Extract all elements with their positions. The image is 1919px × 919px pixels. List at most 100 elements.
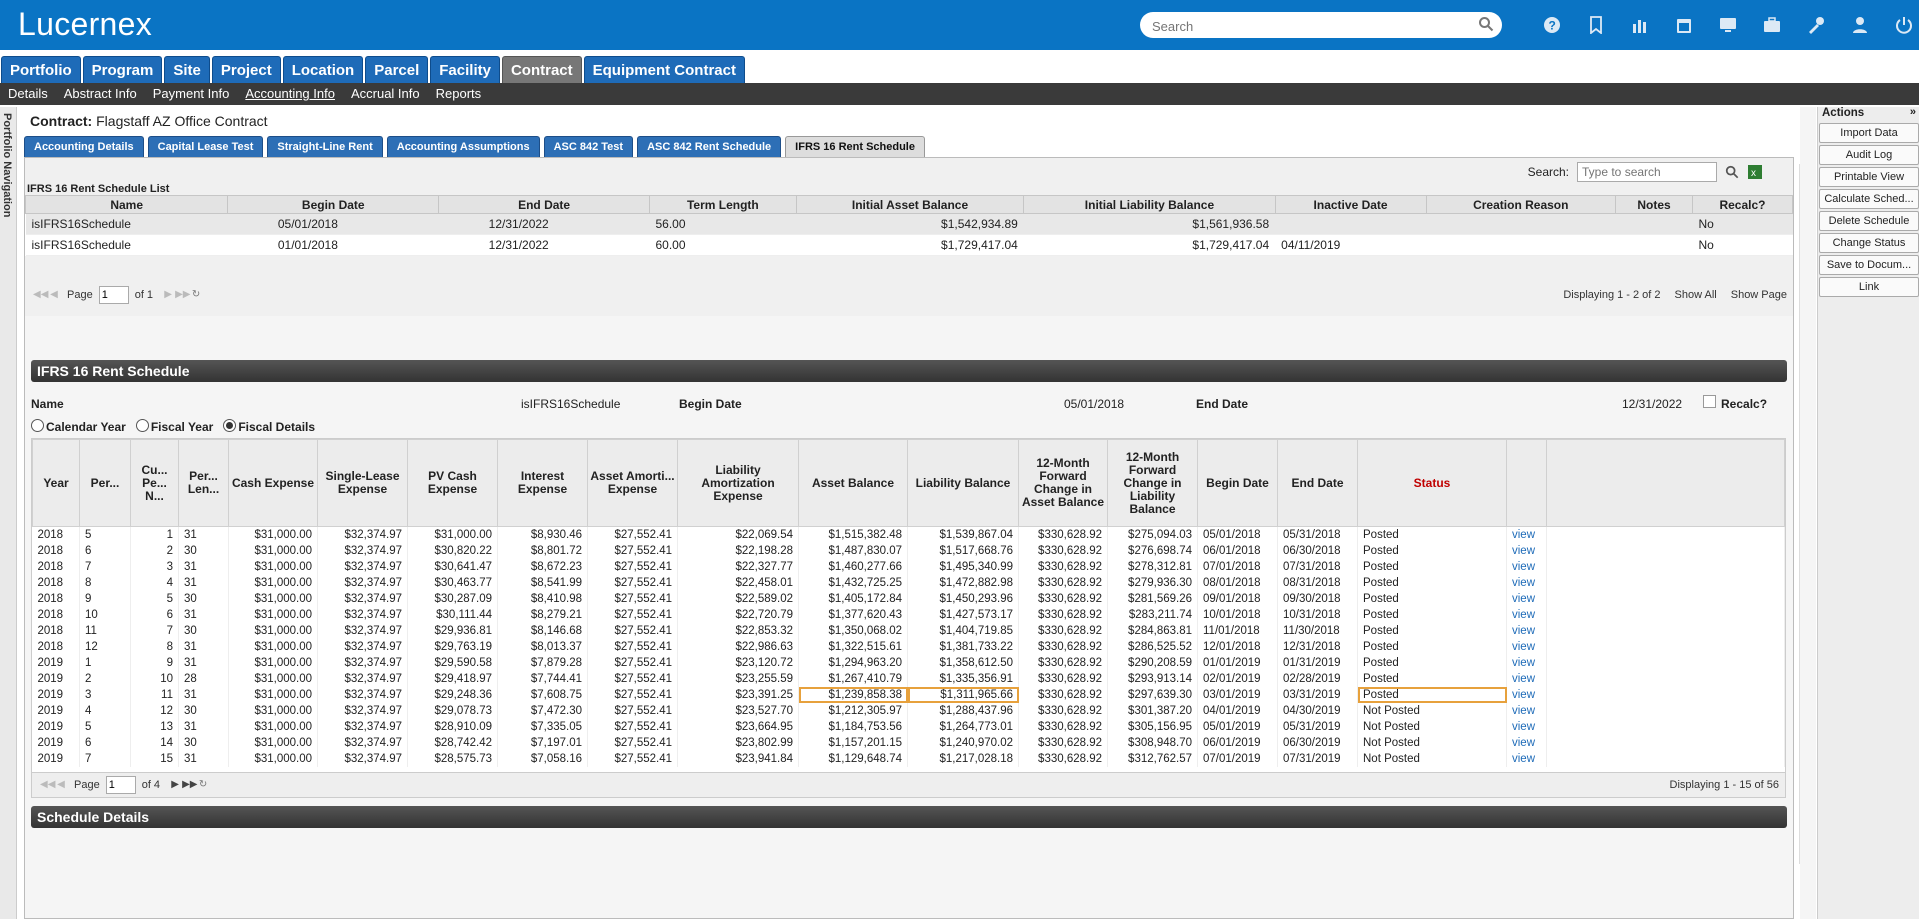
action-audit-logbutton[interactable]: Audit Log — [1819, 145, 1919, 165]
action-linkbutton[interactable]: Link — [1819, 277, 1919, 297]
action-calculate-sched-button[interactable]: Calculate Sched... — [1819, 189, 1919, 209]
help-icon-button[interactable]: ? — [1530, 12, 1574, 38]
last-page-icon[interactable]: ▶▶ — [182, 778, 197, 792]
table-row[interactable]: 2018 12 8 31 $31,000.00 $32,374.97 $29,763.19 $… — [32, 639, 1785, 655]
view-link[interactable]: view — [1506, 639, 1547, 655]
monitor-icon[interactable] — [1719, 16, 1737, 34]
grid-col-header[interactable]: Asset Balance — [798, 439, 908, 527]
list-col-header[interactable]: Creation Reason — [1425, 195, 1617, 214]
action-import-databutton[interactable]: Import Data — [1819, 123, 1919, 143]
page-input[interactable] — [98, 286, 129, 304]
recalc-checkbox[interactable] — [1703, 395, 1716, 408]
grid-col-header[interactable]: Per... — [79, 439, 131, 527]
refresh-icon[interactable]: ↻ — [196, 778, 210, 792]
table-row[interactable]: 2018 10 6 31 $31,000.00 $32,374.97 $30,111.44 $… — [32, 607, 1785, 623]
excel-export-icon[interactable]: x — [1747, 164, 1763, 180]
radio-button[interactable] — [31, 419, 44, 432]
table-row[interactable]: 2019 6 14 30 $31,000.00 $32,374.97 $28,742.42 $… — [32, 735, 1785, 751]
module-tab-parcel[interactable]: Parcel — [365, 56, 429, 83]
chart-icon-button[interactable] — [1618, 12, 1662, 38]
list-col-header[interactable]: Initial Liability Balance — [1023, 195, 1276, 214]
grid-col-header[interactable]: Status — [1357, 439, 1507, 527]
radio-fiscal-year[interactable]: Fiscal Year — [135, 419, 220, 434]
module-tab-project[interactable]: Project — [211, 56, 281, 83]
search-icon[interactable] — [1725, 165, 1739, 179]
refresh-icon[interactable]: ↻ — [189, 288, 203, 302]
first-page-icon[interactable]: ◀◀ — [33, 288, 48, 302]
list-col-header[interactable]: Inactive Date — [1274, 195, 1427, 214]
next-page-icon[interactable]: ▶ — [161, 288, 175, 302]
grid-col-header[interactable]: 12-Month Forward Change in Asset Balance — [1018, 439, 1108, 527]
grid-col-header[interactable]: Liability Amortization Expense — [677, 439, 799, 527]
list-col-header[interactable]: End Date — [438, 195, 650, 214]
module-tab-equipment-contract[interactable]: Equipment Contract — [583, 56, 745, 83]
subnav-accounting-info[interactable]: Accounting Info — [237, 83, 343, 105]
grid-col-header[interactable]: Per... Len... — [178, 439, 229, 527]
view-link[interactable]: view — [1506, 607, 1547, 623]
show-page-link[interactable]: Show Page — [1731, 289, 1787, 301]
view-link[interactable]: view — [1506, 735, 1547, 751]
tab-straight-line-rent[interactable]: Straight-Line Rent — [267, 136, 383, 157]
list-search-input[interactable] — [1577, 162, 1717, 182]
show-all-link[interactable]: Show All — [1675, 289, 1717, 301]
table-row[interactable]: 2019 7 15 31 $31,000.00 $32,374.97 $28,575.73 $… — [32, 751, 1785, 767]
grid-col-header[interactable]: Asset Amorti... Expense — [587, 439, 678, 527]
prev-page-icon[interactable]: ◀ — [54, 778, 68, 792]
grid-col-header[interactable]: Single-Lease Expense — [317, 439, 408, 527]
view-link[interactable]: view — [1506, 671, 1547, 687]
bookmark-icon-button[interactable] — [1574, 12, 1618, 38]
subnav-details[interactable]: Details — [0, 83, 56, 105]
subnav-accrual-info[interactable]: Accrual Info — [343, 83, 428, 105]
radio-button[interactable] — [223, 419, 237, 432]
module-tab-portfolio[interactable]: Portfolio — [1, 56, 81, 83]
next-page-icon[interactable]: ▶ — [168, 778, 182, 792]
view-link[interactable]: view — [1506, 575, 1547, 591]
table-row[interactable]: 2019 2 10 28 $31,000.00 $32,374.97 $29,418.97 $… — [32, 671, 1785, 687]
briefcase-icon-button[interactable] — [1750, 12, 1794, 38]
view-link[interactable]: view — [1506, 526, 1547, 543]
table-row[interactable]: 2019 1 9 31 $31,000.00 $32,374.97 $29,590.58 $7… — [32, 655, 1785, 671]
action-delete-schedulebutton[interactable]: Delete Schedule — [1819, 211, 1919, 231]
prev-page-icon[interactable]: ◀ — [47, 288, 61, 302]
view-link[interactable]: view — [1506, 751, 1547, 767]
global-search-input[interactable] — [1150, 16, 1474, 36]
table-row[interactable]: 2018 5 1 31 $31,000.00 $32,374.97 $31,000.00 $8… — [32, 526, 1785, 543]
tab-asc-842-test[interactable]: ASC 842 Test — [543, 136, 634, 157]
tab-accounting-assumptions[interactable]: Accounting Assumptions — [386, 136, 540, 157]
page-input[interactable] — [105, 776, 136, 794]
tools-icon[interactable] — [1807, 16, 1825, 34]
module-tab-site[interactable]: Site — [164, 56, 210, 83]
grid-col-header[interactable]: Liability Balance — [907, 439, 1019, 527]
radio-button[interactable] — [135, 419, 149, 432]
table-row[interactable]: isIFRS16Schedule 01/01/2018 12/31/2022 60.0… — [25, 234, 1793, 256]
module-tab-program[interactable]: Program — [82, 56, 163, 83]
user-icon[interactable] — [1851, 16, 1869, 34]
chart-icon[interactable] — [1631, 16, 1649, 34]
list-col-header[interactable]: Name — [24, 195, 229, 214]
module-tab-facility[interactable]: Facility — [430, 56, 500, 83]
grid-col-header[interactable]: 12-Month Forward Change in Liability Bal… — [1107, 439, 1198, 527]
grid-col-header[interactable] — [1506, 439, 1547, 527]
table-row[interactable]: 2019 5 13 31 $31,000.00 $32,374.97 $28,910.09 $… — [32, 719, 1785, 735]
table-row[interactable]: 2018 9 5 30 $31,000.00 $32,374.97 $30,287.09 $8… — [32, 591, 1785, 607]
user-icon-button[interactable] — [1838, 12, 1882, 38]
last-page-icon[interactable]: ▶▶ — [175, 288, 190, 302]
list-col-header[interactable]: Term Length — [649, 195, 797, 214]
power-icon-button[interactable] — [1882, 12, 1919, 38]
portfolio-navigation-label[interactable]: Portfolio Navigation — [1, 113, 13, 218]
tab-accounting-details[interactable]: Accounting Details — [24, 136, 144, 157]
table-row[interactable]: 2018 6 2 30 $31,000.00 $32,374.97 $30,820.22 $8… — [32, 543, 1785, 559]
table-row[interactable]: 2018 8 4 31 $31,000.00 $32,374.97 $30,463.77 $8… — [32, 575, 1785, 591]
tab-capital-lease-test[interactable]: Capital Lease Test — [147, 136, 264, 157]
module-tab-location[interactable]: Location — [282, 56, 364, 83]
grid-col-header[interactable]: Begin Date — [1197, 439, 1278, 527]
list-col-header[interactable]: Initial Asset Balance — [795, 195, 1025, 214]
grid-col-header[interactable]: Cash Expense — [228, 439, 318, 527]
subnav-abstract-info[interactable]: Abstract Info — [56, 83, 145, 105]
tab-ifrs-16-rent-schedule[interactable]: IFRS 16 Rent Schedule — [785, 136, 925, 157]
grid-col-header[interactable]: PV Cash Expense — [407, 439, 498, 527]
monitor-icon-button[interactable] — [1706, 12, 1750, 38]
portfolio-navigation-panel[interactable]: Portfolio Navigation — [0, 107, 17, 919]
list-col-header[interactable]: Notes — [1615, 195, 1693, 214]
power-icon[interactable] — [1895, 16, 1913, 34]
